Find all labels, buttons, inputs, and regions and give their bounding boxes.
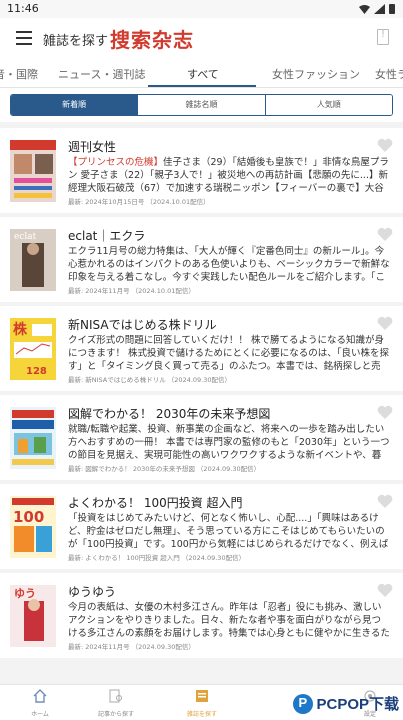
sort-newest-button[interactable]: 新着順: [11, 95, 138, 115]
magazine-meta: 最新: 2024年11月号 （2024.09.30配信）: [68, 643, 195, 651]
magazine-cover: eclat: [10, 229, 56, 291]
svg-text:100: 100: [13, 508, 44, 526]
heart-icon[interactable]: [377, 494, 393, 508]
status-time: 11:46: [7, 2, 39, 15]
magazine-meta: 最新: 新NISAではじめる株ドリル （2024.09.30配信）: [68, 376, 232, 384]
magazine-description: 「投資をはじめてみたいけど、何となく怖いし、心配....」「興味はあるけど、貯金…: [68, 513, 389, 550]
magazine-title: よくわかる！ 100円投資 超入門: [68, 496, 243, 510]
battery-icon: [389, 4, 395, 14]
svg-text:eclat: eclat: [14, 232, 37, 242]
heart-icon[interactable]: [377, 227, 393, 241]
heart-icon[interactable]: [377, 583, 393, 597]
magazine-meta: 最新: 2024年11月号 （2024.10.01配信）: [68, 287, 195, 295]
list-item[interactable]: ゆう ゆうゆう 今月の表紙は、女優の木村多江さん。昨年は「忍者」役にも挑み、激し…: [0, 573, 403, 658]
screen-subtitle: 雑誌を探す: [43, 34, 109, 49]
magazine-title: 図解でわかる！ 2030年の未来予想図: [68, 407, 271, 421]
heart-icon[interactable]: [377, 316, 393, 330]
status-icons: [359, 4, 395, 14]
magazine-cover: [10, 140, 56, 202]
list-item[interactable]: 図解でわかる！ 2030年の未来予想図 就職/転職や起業、投資、新事業の企画など…: [0, 395, 403, 480]
tab-news-weekly[interactable]: ニュース・週刊誌: [58, 66, 145, 82]
sort-popular-button[interactable]: 人気順: [264, 95, 392, 115]
nav-magazine-search-label: 雑誌を探す: [186, 711, 217, 718]
heart-icon[interactable]: [377, 405, 393, 419]
magazine-description: 今月の表紙は、女優の木村多江さん。昨年は「忍者」役にも挑み、激しいアクションをや…: [68, 602, 390, 639]
bookmark-icon[interactable]: [377, 29, 389, 45]
sort-segmented-control: 新着順 雑誌名順 人気順: [10, 94, 393, 116]
magazine-description: エクラ11月号の総力特集は、「大人が輝く『定番色同士』の新ルール」。今心惹かれる…: [68, 246, 390, 283]
nav-home-label: ホーム: [31, 711, 49, 718]
page-title: 搜索杂志: [110, 28, 194, 52]
pcpop-logo-icon: [293, 693, 314, 714]
magazine-meta: 最新: 図解でわかる！ 2030年の未来予想図 （2024.09.30配信）: [68, 465, 261, 473]
sort-bar: 新着順 雑誌名順 人気順: [0, 88, 403, 122]
magazine-description: 就職/転職や起業、投資、新事業の企画など、将来への一歩を踏み出したい方へおすすめ…: [68, 424, 390, 461]
home-icon: [33, 689, 47, 703]
magazine-cover: 100: [10, 496, 56, 558]
magazine-description: クイズ形式の問題に回答していくだけ！！ 株で勝てるようになる知識が身につきます！…: [68, 335, 389, 372]
nav-article-search-label: 記事から探す: [97, 711, 134, 718]
category-tabs: 音・国際 ニュース・週刊誌 すべて 女性ファッション 女性ラ: [0, 60, 403, 88]
status-bar: 11:46: [0, 0, 403, 18]
wifi-icon: [359, 5, 370, 14]
tab-womens-life[interactable]: 女性ラ: [375, 66, 403, 82]
signal-icon: [374, 4, 385, 14]
svg-text:ゆう: ゆう: [14, 587, 36, 600]
watermark-logo: PCPOP下载: [293, 693, 399, 714]
nav-article-search[interactable]: 記事から探す: [86, 688, 146, 718]
heart-icon[interactable]: [377, 138, 393, 152]
magazine-cover: [10, 407, 56, 469]
sort-name-button[interactable]: 雑誌名順: [137, 95, 265, 115]
magazine-title: ゆうゆう: [68, 585, 117, 599]
magazine-cover: ゆう: [10, 585, 56, 647]
magazine-title: 週刊女性: [68, 140, 117, 154]
tab-all[interactable]: すべて: [187, 66, 219, 82]
list-item[interactable]: 100 よくわかる！ 100円投資 超入門 「投資をはじめてみたいけど、何となく…: [0, 484, 403, 569]
magazine-title: 新NISAではじめる株ドリル: [68, 318, 217, 332]
watermark-text: PCPOP下载: [316, 696, 399, 713]
magazine-meta: 最新: 2024年10月15日号 （2024.10.01配信）: [68, 198, 210, 206]
magazine-title: eclat｜エクラ: [68, 229, 146, 243]
magazine-cover: 株 128: [10, 318, 56, 380]
list-item[interactable]: eclat eclat｜エクラ エクラ11月号の総力特集は、「大人が輝く『定番色…: [0, 217, 403, 302]
nav-home[interactable]: ホーム: [10, 688, 70, 718]
list-item[interactable]: 株 128 新NISAではじめる株ドリル クイズ形式の問題に回答していくだけ！！…: [0, 306, 403, 391]
nav-magazine-search[interactable]: 雑誌を探す: [172, 688, 232, 718]
menu-icon[interactable]: [16, 31, 32, 45]
tab-international[interactable]: 音・国際: [0, 66, 38, 82]
magazine-description: 【プリンセスの危機】佳子さま（29）「結婚後も皇族で！」非情な鳥屋プラン 愛子さ…: [68, 157, 389, 194]
tab-womens-fashion[interactable]: 女性ファッション: [272, 66, 360, 82]
article-search-icon: [109, 689, 122, 703]
svg-text:株: 株: [13, 321, 28, 338]
svg-text:128: 128: [26, 366, 47, 377]
list-item[interactable]: 週刊女性 【プリンセスの危機】佳子さま（29）「結婚後も皇族で！」非情な鳥屋プラ…: [0, 128, 403, 213]
magazine-search-icon: [196, 690, 208, 702]
app-bar: 雑誌を探す 搜索杂志: [0, 18, 403, 60]
magazine-meta: 最新: よくわかる！ 100円投資 超入門 （2024.09.30配信）: [68, 554, 246, 562]
